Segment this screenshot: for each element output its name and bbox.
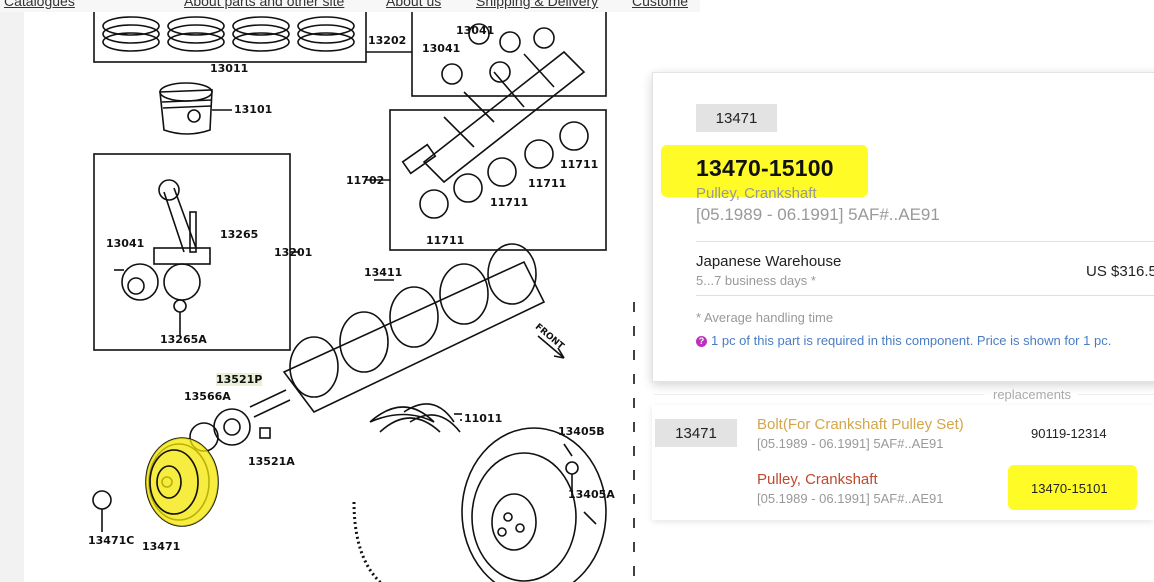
diagram-label[interactable]: 13471 (142, 540, 180, 553)
diagram-label[interactable]: 11711 (426, 234, 464, 247)
diagram-label[interactable]: 13265A (160, 333, 207, 346)
replacement-dates: [05.1989 - 06.1991] 5AF#..AE91 (757, 436, 944, 451)
part-name: Pulley, Crankshaft (696, 185, 817, 202)
diagram-label[interactable]: 13471C (88, 534, 134, 547)
divider (1078, 394, 1154, 395)
diagram-label[interactable]: 11711 (528, 177, 566, 190)
diagram-label[interactable]: 13201 (274, 246, 312, 259)
nav-about-us[interactable]: About us (386, 0, 441, 9)
diagram-label[interactable]: 11711 (560, 158, 598, 171)
diagram-label[interactable]: 13041 (422, 42, 460, 55)
diagram-label[interactable]: 13521A (248, 455, 295, 468)
question-circle-icon: ? (696, 336, 707, 347)
quantity-note: ? 1 pc of this part is required in this c… (696, 333, 1111, 348)
part-info-card: 13471 13470-15100 Pulley, Crankshaft [05… (652, 72, 1154, 382)
diagram-label[interactable]: 13411 (364, 266, 402, 279)
price[interactable]: US $316.5 (1086, 263, 1154, 280)
diagram-label[interactable]: 11011 (464, 412, 502, 425)
ref-number-badge: 13471 (696, 104, 777, 132)
replacement-number[interactable]: 13470-15101 (1031, 481, 1108, 496)
replacement-number[interactable]: 90119-12314 (1031, 426, 1107, 441)
diagram-label[interactable]: 13405A (568, 488, 615, 501)
replacement-ref-badge: 13471 (655, 419, 737, 447)
left-gutter (0, 12, 24, 582)
handling-note: * Average handling time (696, 310, 834, 325)
divider (696, 295, 1154, 296)
diagram-label[interactable]: 13405B (558, 425, 605, 438)
warehouse-name: Japanese Warehouse (696, 253, 842, 270)
diagram-label[interactable]: 11702 (346, 174, 384, 187)
diagram-label[interactable]: 13202 (368, 34, 406, 47)
diagram-label[interactable]: 13521P (216, 373, 263, 386)
part-number: 13470-15100 (696, 155, 834, 181)
diagram-label[interactable]: 13566A (184, 390, 231, 403)
part-applicability: [05.1989 - 06.1991] 5AF#..AE91 (696, 205, 940, 224)
divider (696, 241, 1154, 242)
diagram-label[interactable]: 13011 (210, 62, 248, 75)
diagram-label[interactable]: 13041 (456, 24, 494, 37)
diagram-label[interactable]: 13101 (234, 103, 272, 116)
nav-catalogues[interactable]: Catalogues (4, 0, 75, 9)
parts-diagram: 13011 13101 13202 13041 13041 13041 1170… (24, 12, 690, 582)
diagram-label[interactable]: 13265 (220, 228, 258, 241)
delivery-time: 5...7 business days * (696, 273, 816, 288)
nav-shipping[interactable]: Shipping & Delivery (476, 0, 598, 9)
replacement-dates: [05.1989 - 06.1991] 5AF#..AE91 (757, 491, 944, 506)
divider (654, 394, 984, 395)
diagram-label[interactable]: 11711 (490, 196, 528, 209)
top-nav: Catalogues About parts and other site Ab… (0, 0, 700, 12)
nav-about-parts[interactable]: About parts and other site (184, 0, 344, 9)
replacement-link-pulley[interactable]: Pulley, Crankshaft (757, 471, 878, 488)
diagram-label[interactable]: 13041 (106, 237, 144, 250)
quantity-note-text: 1 pc of this part is required in this co… (711, 333, 1112, 348)
nav-customers[interactable]: Custome (632, 0, 688, 9)
replacement-link-bolt[interactable]: Bolt(For Crankshaft Pulley Set) (757, 416, 964, 433)
replacements-heading: replacements (993, 387, 1072, 402)
